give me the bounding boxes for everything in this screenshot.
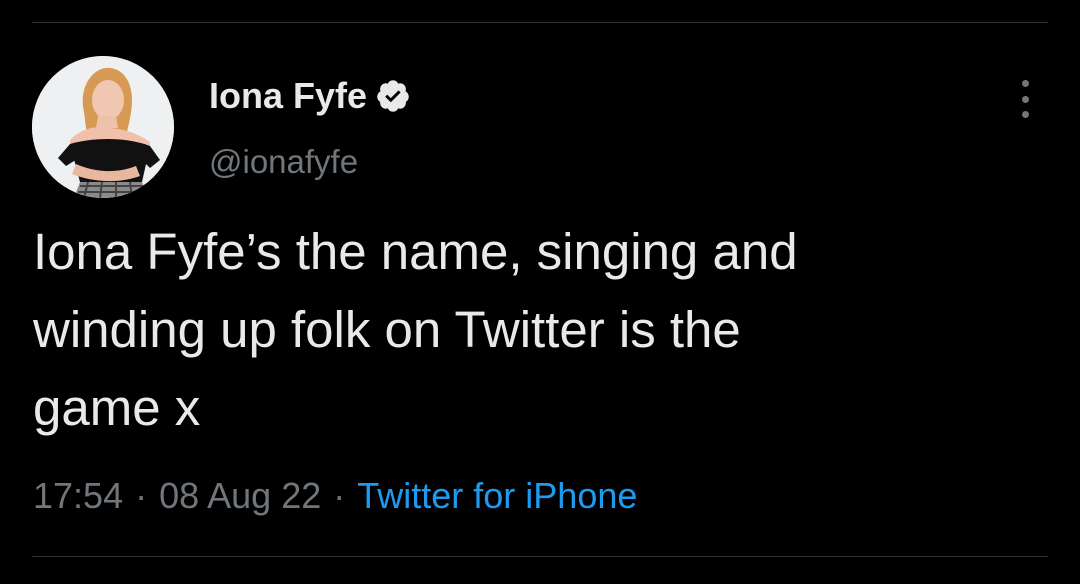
more-dot [1021,111,1029,118]
avatar-image [32,56,174,198]
verified-badge-icon [375,78,411,114]
display-name[interactable]: Iona Fyfe [209,75,367,117]
more-options-icon[interactable] [1010,80,1040,118]
tweet-meta: 17:54 · 08 Aug 22 · Twitter for iPhone [33,472,637,520]
top-divider [32,22,1048,23]
tweet-text-line: game x [33,379,201,436]
meta-separator: · [333,475,346,516]
tweet-source-link[interactable]: Twitter for iPhone [357,475,637,517]
tweet-text: Iona Fyfe’s the name, singing and windin… [33,213,1048,447]
tweet-date[interactable]: 08 Aug 22 [159,475,321,517]
tweet-time[interactable]: 17:54 [33,475,123,517]
tweet-text-line: winding up folk on Twitter is the [33,301,741,358]
bottom-divider [32,556,1048,557]
meta-separator: · [135,475,148,516]
more-dot [1021,95,1029,103]
avatar[interactable] [32,56,174,198]
author-name-row: Iona Fyfe [209,72,411,120]
author-handle[interactable]: @ionafyfe [209,143,358,181]
tweet-text-line: Iona Fyfe’s the name, singing and [33,223,798,280]
more-dot [1021,80,1029,87]
